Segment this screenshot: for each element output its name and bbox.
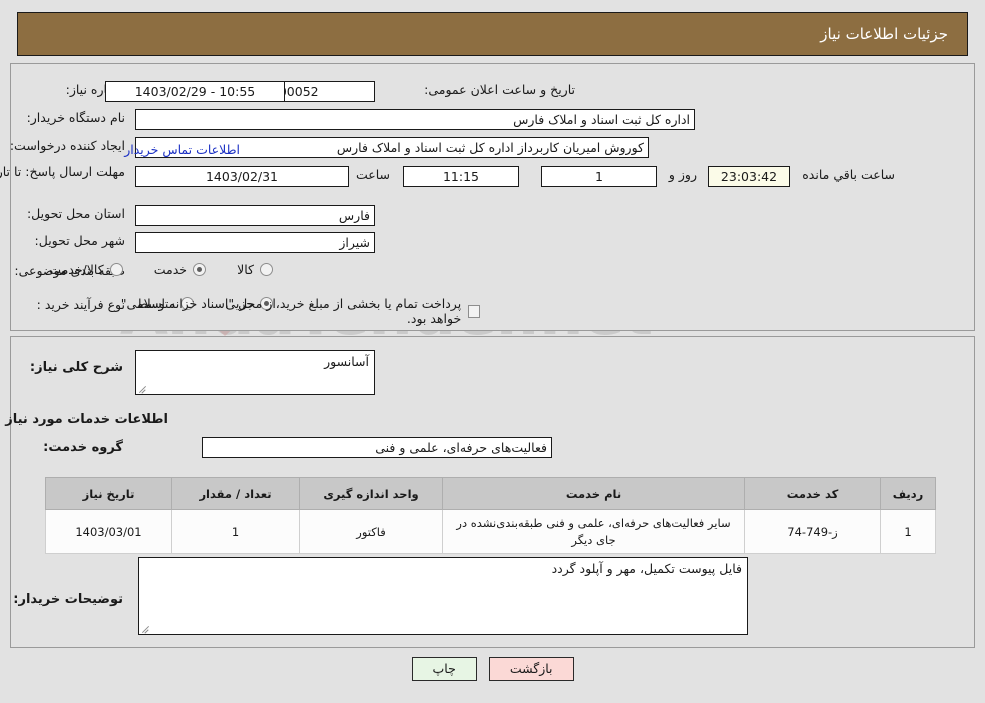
deadline-days-field: 1 (541, 166, 657, 187)
services-table: ردیف کد خدمت نام خدمت واحد اندازه گیری ت… (45, 477, 936, 555)
buyer-notes-value: فایل پیوست تکمیل، مهر و آپلود گردد (551, 561, 742, 576)
buyer-org-row: نام دستگاه خریدار: (27, 110, 125, 125)
deadline-date-field: 1403/02/31 (135, 166, 349, 187)
public-announce-label: تاریخ و ساعت اعلان عمومی: (424, 82, 575, 97)
col-index: ردیف (880, 477, 936, 510)
cell-name: سایر فعالیت‌های حرفه‌ای، علمی و فنی طبقه… (442, 508, 745, 555)
services-section-heading: اطلاعات خدمات مورد نیاز (5, 412, 168, 427)
general-desc-textarea[interactable]: آسانسور (135, 350, 375, 395)
general-desc-label: شرح کلی نیاز: (29, 360, 123, 375)
province-label: استان محل تحویل: (26, 206, 125, 221)
cell-code: ز-749-74 (744, 508, 881, 555)
category-option-goods-service-label: کالا/خدمت (49, 262, 104, 277)
province-row: استان محل تحویل: (27, 206, 125, 221)
need-summary-panel (10, 63, 975, 331)
cell-quantity: 1 (171, 508, 300, 555)
public-announce-field: 10:55 - 1403/02/29 (105, 81, 285, 102)
category-option-goods-label: کالا (237, 262, 254, 277)
buyer-notes-label: توضیحات خریدار: (13, 592, 123, 607)
col-date: تاریخ نیاز (45, 477, 172, 510)
general-desc-value: آسانسور (324, 354, 369, 369)
islamic-treasury-checkbox-row[interactable]: پرداخت تمام یا بخشی از مبلغ خرید،از محل … (105, 296, 480, 326)
deadline-countdown-label: ساعت باقي مانده (802, 167, 895, 182)
city-field: شیراز (135, 232, 375, 253)
category-option-goods[interactable]: کالا (237, 262, 273, 277)
page-title: جزئیات اطلاعات نیاز (820, 25, 948, 43)
col-code: کد خدمت (744, 477, 881, 510)
deadline-hour-label: ساعت (355, 167, 390, 182)
cell-unit: فاکتور (299, 508, 443, 555)
deadline-hour-field: 11:15 (403, 166, 519, 187)
resize-grip-icon[interactable] (141, 624, 150, 633)
islamic-treasury-checkbox-label: پرداخت تمام یا بخشی از مبلغ خرید،از محل … (120, 296, 462, 326)
category-options: کالا خدمت کالا/خدمت (23, 261, 273, 280)
table-row: 1 ز-749-74 سایر فعالیت‌های حرفه‌ای، علمی… (45, 508, 936, 555)
action-button-bar: بازگشت چاپ (0, 657, 985, 681)
buyer-org-label: نام دستگاه خریدار: (26, 110, 125, 125)
radio-icon[interactable] (260, 263, 273, 276)
radio-selected-icon[interactable] (193, 263, 207, 276)
category-option-service-label: خدمت (153, 262, 188, 277)
radio-icon[interactable] (109, 263, 123, 276)
service-group-label: گروه خدمت: (43, 440, 123, 455)
col-unit: واحد اندازه گیری (299, 477, 443, 510)
back-button[interactable]: بازگشت (488, 657, 574, 681)
public-announce-row: تاریخ و ساعت اعلان عمومی: (424, 82, 575, 97)
buyer-notes-textarea[interactable]: فایل پیوست تکمیل، مهر و آپلود گردد (138, 557, 748, 635)
category-option-goods-service[interactable]: کالا/خدمت (49, 262, 123, 277)
page-header: جزئیات اطلاعات نیاز (17, 12, 968, 56)
col-name: نام خدمت (442, 477, 745, 510)
resize-grip-icon[interactable] (138, 384, 147, 393)
table-header-row: ردیف کد خدمت نام خدمت واحد اندازه گیری ت… (45, 477, 936, 510)
cell-date: 1403/03/01 (45, 508, 172, 555)
category-option-service[interactable]: خدمت (153, 262, 207, 277)
print-button[interactable]: چاپ (411, 657, 477, 681)
buyer-org-field: اداره کل ثبت اسناد و املاک فارس (135, 109, 695, 130)
deadline-days-label: روز و (668, 167, 697, 182)
province-field: فارس (135, 205, 375, 226)
deadline-countdown-timer: 23:03:42 (708, 166, 790, 187)
cell-index: 1 (880, 508, 936, 555)
city-row: شهر محل تحویل: (35, 233, 125, 248)
services-table-container: ردیف کد خدمت نام خدمت واحد اندازه گیری ت… (45, 477, 936, 555)
checkbox-icon[interactable] (468, 304, 480, 318)
buyer-contact-link[interactable]: اطلاعات تماس خریدار (124, 142, 240, 157)
city-label: شهر محل تحویل: (34, 233, 125, 248)
deadline-label: مهلت ارسال پاسخ: تا تاریخ: (0, 164, 125, 179)
col-quantity: تعداد / مقدار (171, 477, 300, 510)
deadline-row: مهلت ارسال پاسخ: تا تاریخ: (0, 163, 125, 180)
service-group-field: فعالیت‌های حرفه‌ای، علمی و فنی (202, 437, 552, 458)
